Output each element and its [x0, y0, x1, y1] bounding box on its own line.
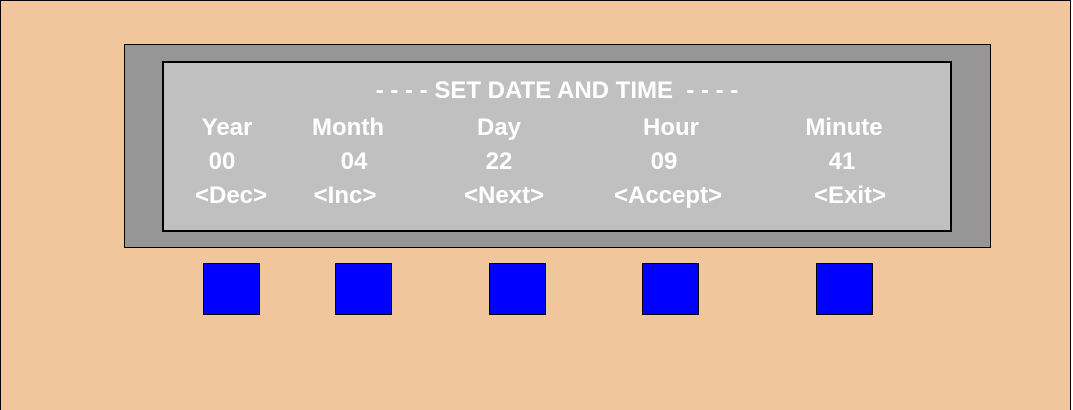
label-year: Year [201, 114, 253, 141]
screen-title: - - - - SET DATE AND TIME - - - - [375, 77, 739, 104]
softkey-label-next: <Next> [463, 182, 545, 209]
label-month: Month [312, 114, 384, 141]
value-day: 22 [485, 148, 513, 175]
softkey-label-exit: <Exit> [813, 182, 887, 209]
exit-key-button[interactable] [816, 263, 873, 315]
lcd-screen: - - - - SET DATE AND TIME - - - - Year M… [162, 61, 952, 232]
inc-key-button[interactable] [335, 263, 392, 315]
value-hour: 09 [650, 148, 678, 175]
label-day: Day [476, 114, 522, 141]
label-hour: Hour [643, 114, 699, 141]
value-year: 00 [208, 148, 236, 175]
device-panel: - - - - SET DATE AND TIME - - - - Year M… [0, 0, 1071, 410]
value-month: 04 [340, 148, 368, 175]
softkey-label-inc: <Inc> [313, 182, 377, 209]
softkey-label-dec: <Dec> [194, 182, 268, 209]
next-key-button[interactable] [489, 263, 546, 315]
dec-key-button[interactable] [203, 263, 260, 315]
value-minute: 41 [828, 148, 856, 175]
accept-key-button[interactable] [642, 263, 699, 315]
label-minute: Minute [805, 114, 883, 141]
softkey-label-accept: <Accept> [613, 182, 723, 209]
